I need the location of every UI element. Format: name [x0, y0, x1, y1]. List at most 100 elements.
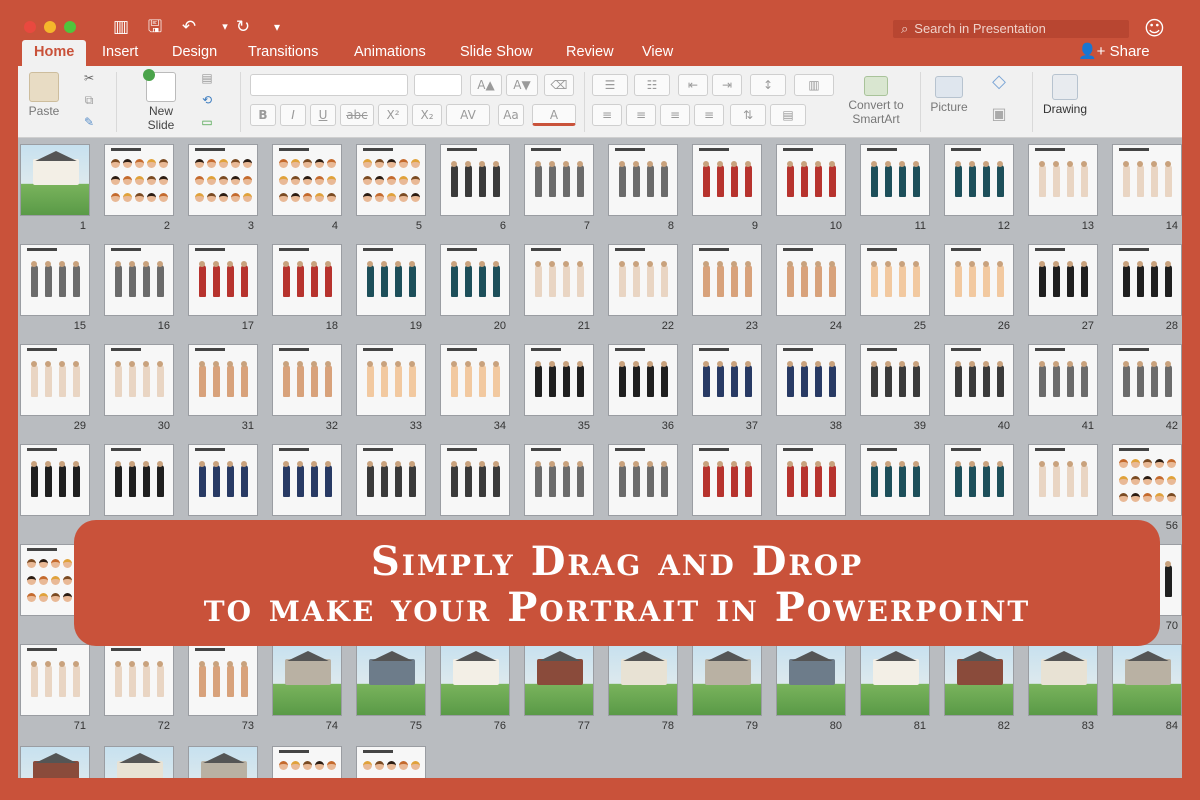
- slide-thumbnail[interactable]: [20, 344, 90, 416]
- redo-icon[interactable]: ↻: [232, 16, 254, 38]
- slide-thumbnail[interactable]: [272, 144, 342, 216]
- text-box-icon[interactable]: ▣: [984, 104, 1014, 126]
- slide-thumbnail[interactable]: [1112, 244, 1182, 316]
- slide-thumbnail[interactable]: [272, 244, 342, 316]
- text-direction-button[interactable]: ⇅: [730, 104, 766, 126]
- slide-thumbnail[interactable]: [104, 244, 174, 316]
- slide-thumbnail[interactable]: [188, 444, 258, 516]
- slide-thumbnail[interactable]: [524, 344, 594, 416]
- slide-thumbnail[interactable]: [188, 746, 258, 778]
- slide-thumbnail[interactable]: [20, 144, 90, 216]
- minimize-window-button[interactable]: [44, 21, 56, 33]
- copy-icon[interactable]: ⧉: [78, 90, 100, 112]
- tab-animations[interactable]: Animations: [354, 40, 426, 66]
- slide-thumbnail[interactable]: [860, 244, 930, 316]
- columns-button[interactable]: ▥: [794, 74, 834, 96]
- numbering-button[interactable]: ☷: [634, 74, 670, 96]
- slide-thumbnail[interactable]: [356, 444, 426, 516]
- save-icon[interactable]: 🖫: [144, 16, 166, 38]
- slide-thumbnail[interactable]: [524, 144, 594, 216]
- slide-thumbnail[interactable]: [356, 644, 426, 716]
- line-spacing-button[interactable]: ↕: [750, 74, 786, 96]
- slide-thumbnail[interactable]: [944, 344, 1014, 416]
- undo-icon[interactable]: ↶: [178, 16, 200, 38]
- font-size-field[interactable]: [414, 74, 462, 96]
- slide-thumbnail[interactable]: [440, 644, 510, 716]
- drawing-button[interactable]: Drawing: [1038, 74, 1092, 116]
- section-icon[interactable]: ▭: [196, 112, 218, 134]
- slide-thumbnail[interactable]: [104, 344, 174, 416]
- slide-thumbnail[interactable]: [608, 244, 678, 316]
- strikethrough-button[interactable]: abc: [340, 104, 374, 126]
- slide-thumbnail[interactable]: [104, 644, 174, 716]
- slide-thumbnail[interactable]: [356, 746, 426, 778]
- slide-thumbnail[interactable]: [356, 244, 426, 316]
- slide-thumbnail[interactable]: [272, 746, 342, 778]
- shrink-font-button[interactable]: A▼: [506, 74, 538, 96]
- slide-thumbnail[interactable]: [188, 144, 258, 216]
- slide-thumbnail[interactable]: [776, 644, 846, 716]
- slide-thumbnail[interactable]: [356, 144, 426, 216]
- slide-thumbnail[interactable]: [272, 344, 342, 416]
- subscript-button[interactable]: X₂: [412, 104, 442, 126]
- slide-thumbnail[interactable]: [1112, 344, 1182, 416]
- tab-review[interactable]: Review: [566, 40, 614, 66]
- font-color-button[interactable]: A: [532, 104, 576, 126]
- search-input[interactable]: ⌕ Search in Presentation: [893, 20, 1129, 38]
- tab-insert[interactable]: Insert: [102, 40, 138, 66]
- underline-button[interactable]: U: [310, 104, 336, 126]
- slide-thumbnail[interactable]: [440, 344, 510, 416]
- slide-thumbnail[interactable]: [1112, 144, 1182, 216]
- justify-button[interactable]: ≡: [694, 104, 724, 126]
- slide-thumbnail[interactable]: [1028, 144, 1098, 216]
- slide-thumbnail[interactable]: [692, 644, 762, 716]
- slide-thumbnail[interactable]: [1028, 244, 1098, 316]
- convert-smartart-button[interactable]: Convert to SmartArt: [838, 76, 914, 126]
- slide-thumbnail[interactable]: [860, 644, 930, 716]
- close-window-button[interactable]: [24, 21, 36, 33]
- slide-thumbnail[interactable]: [776, 144, 846, 216]
- increase-indent-button[interactable]: ⇥: [712, 74, 742, 96]
- slide-thumbnail[interactable]: [440, 444, 510, 516]
- reset-icon[interactable]: ⟲: [196, 90, 218, 112]
- character-spacing-button[interactable]: AV: [446, 104, 490, 126]
- clear-format-button[interactable]: ⌫: [544, 74, 574, 96]
- tab-home[interactable]: Home: [22, 40, 87, 66]
- grow-font-button[interactable]: A▲: [470, 74, 502, 96]
- font-name-field[interactable]: [250, 74, 408, 96]
- slide-thumbnail[interactable]: [608, 344, 678, 416]
- cut-icon[interactable]: ✂: [78, 68, 100, 90]
- layout-icon[interactable]: ▤: [196, 68, 218, 90]
- align-right-button[interactable]: ≡: [660, 104, 690, 126]
- align-center-button[interactable]: ≡: [626, 104, 656, 126]
- smiley-icon[interactable]: ☺: [1144, 15, 1170, 41]
- slide-thumbnail[interactable]: [692, 444, 762, 516]
- slide-thumbnail[interactable]: [608, 644, 678, 716]
- tab-slide-show[interactable]: Slide Show: [460, 40, 533, 66]
- paste-button[interactable]: Paste: [24, 72, 64, 118]
- slide-thumbnail[interactable]: [104, 746, 174, 778]
- tab-design[interactable]: Design: [172, 40, 217, 66]
- slide-thumbnail[interactable]: [860, 144, 930, 216]
- slide-thumbnail[interactable]: [608, 144, 678, 216]
- slide-thumbnail[interactable]: [944, 244, 1014, 316]
- slide-thumbnail[interactable]: [272, 644, 342, 716]
- format-painter-icon[interactable]: ✎: [78, 112, 100, 134]
- align-text-button[interactable]: ▤: [770, 104, 806, 126]
- slide-thumbnail[interactable]: [1112, 644, 1182, 716]
- slide-thumbnail[interactable]: [104, 144, 174, 216]
- share-button[interactable]: 👤+ Share: [1078, 40, 1150, 66]
- case-button[interactable]: Aa: [498, 104, 524, 126]
- slide-thumbnail[interactable]: [440, 144, 510, 216]
- slide-thumbnail[interactable]: [944, 644, 1014, 716]
- slide-thumbnail[interactable]: [860, 344, 930, 416]
- slide-thumbnail[interactable]: [860, 444, 930, 516]
- sidebar-icon[interactable]: ▥: [110, 16, 132, 38]
- slide-thumbnail[interactable]: [692, 144, 762, 216]
- slide-thumbnail[interactable]: [692, 244, 762, 316]
- shapes-icon[interactable]: ◇: [984, 72, 1014, 94]
- tab-transitions[interactable]: Transitions: [248, 40, 318, 66]
- slide-thumbnail[interactable]: [524, 444, 594, 516]
- slide-thumbnail[interactable]: [776, 244, 846, 316]
- new-slide-button[interactable]: New Slide: [136, 69, 186, 132]
